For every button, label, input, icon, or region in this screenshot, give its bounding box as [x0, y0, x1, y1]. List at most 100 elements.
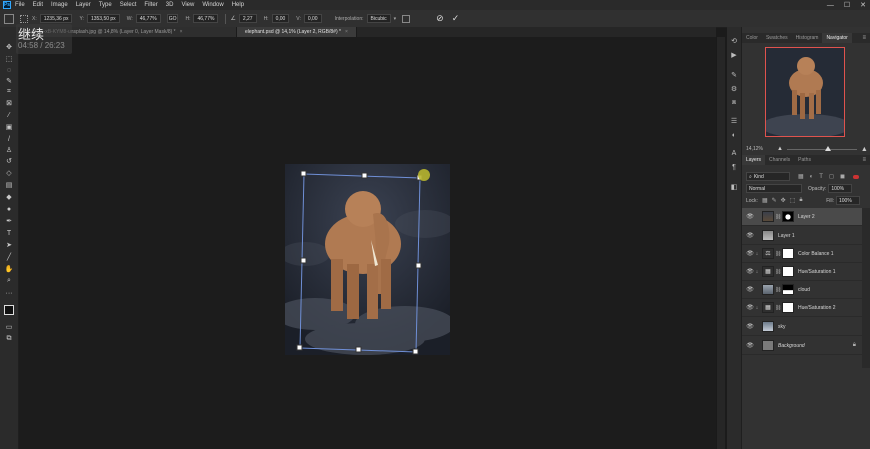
crop-tool-icon[interactable]: ⌗ — [4, 88, 14, 96]
tab-histogram[interactable]: Histogram — [792, 33, 823, 43]
transform-handle[interactable] — [355, 346, 362, 353]
menu-view[interactable]: View — [181, 2, 194, 8]
glyph-panel-icon[interactable]: ◧ — [729, 183, 739, 191]
hskew-field[interactable]: 0,00 — [271, 14, 290, 23]
layer-row[interactable]: 👁︎ ↓ ⚖ ⛓︎ Color Balance 1 — [742, 245, 862, 263]
interpolation-select[interactable]: Bicubic — [366, 14, 391, 23]
free-transform-bounding-box[interactable] — [296, 170, 423, 355]
menu-edit[interactable]: Edit — [33, 2, 43, 8]
link-proportions-button[interactable]: GO — [166, 14, 179, 23]
tab-elephant-document[interactable]: elephant.psd @ 14,1% (Layer 2, RGB/8#) *… — [237, 27, 357, 37]
layer-row[interactable]: 👁︎ ⛓︎ Layer 2 — [742, 208, 862, 226]
layers-scrollbar[interactable] — [862, 208, 870, 368]
foreground-color-swatch[interactable] — [4, 305, 14, 315]
menu-window[interactable]: Window — [202, 2, 223, 8]
panel-menu-icon[interactable]: ≡ — [862, 35, 866, 41]
menu-file[interactable]: File — [15, 2, 25, 8]
type-tool-icon[interactable]: T — [4, 229, 14, 237]
close-icon[interactable]: × — [180, 29, 183, 35]
layer-row[interactable]: 👁︎ ↓ ▦ ⛓︎ Hue/Saturation 2 — [742, 299, 862, 317]
path-select-tool-icon[interactable]: ➤ — [4, 241, 14, 249]
transform-handle[interactable] — [300, 170, 307, 177]
libraries-panel-icon[interactable]: ☰ — [729, 117, 739, 125]
tab-paths[interactable]: Paths — [794, 155, 815, 165]
eye-icon[interactable]: 👁︎ — [746, 304, 754, 311]
frame-tool-icon[interactable]: ⊠ — [4, 99, 14, 107]
reference-point-icon[interactable] — [20, 14, 28, 23]
width-field[interactable]: 46,77% — [135, 14, 161, 23]
opacity-field[interactable]: 100% — [828, 184, 853, 193]
marquee-tool-icon[interactable]: ⬚ — [4, 55, 14, 63]
transform-handle[interactable] — [412, 348, 419, 355]
filter-type-icon[interactable]: T — [819, 174, 823, 180]
transform-handle[interactable] — [300, 257, 307, 264]
eye-icon[interactable]: 👁︎ — [746, 323, 754, 330]
menu-select[interactable]: Select — [120, 2, 137, 8]
dodge-tool-icon[interactable]: ● — [4, 205, 14, 213]
eye-icon[interactable]: 👁︎ — [746, 232, 754, 239]
eye-icon[interactable]: 👁︎ — [746, 268, 754, 275]
zoom-slider[interactable] — [786, 145, 857, 151]
tab-layers[interactable]: Layers — [742, 155, 766, 165]
eye-icon[interactable]: 👁︎ — [746, 342, 754, 349]
warp-icon[interactable] — [402, 14, 411, 23]
zoom-tool-icon[interactable]: ⌕ — [4, 277, 14, 285]
filter-pixel-icon[interactable]: ▦ — [798, 173, 804, 180]
more-tools-icon[interactable]: ··· — [4, 289, 14, 297]
transform-handle[interactable] — [361, 172, 368, 179]
lock-image-icon[interactable]: ✎ — [772, 197, 777, 204]
blend-mode-select[interactable]: Normal — [746, 184, 802, 193]
lasso-tool-icon[interactable]: ◌ — [4, 66, 14, 74]
commit-transform-button[interactable]: ✓ — [452, 13, 460, 24]
menu-layer[interactable]: Layer — [76, 2, 91, 8]
filter-adjust-icon[interactable]: ◐ — [810, 174, 814, 180]
healing-tool-icon[interactable]: ▣ — [4, 123, 14, 131]
transform-handle[interactable] — [415, 262, 422, 269]
zoom-out-icon[interactable]: ▲ — [777, 146, 783, 152]
link-icon[interactable]: ⛓︎ — [775, 214, 781, 220]
line-tool-icon[interactable]: ╱ — [4, 253, 14, 261]
cancel-transform-button[interactable]: ⊘ — [436, 13, 444, 24]
filter-smart-icon[interactable]: ◼ — [840, 173, 845, 180]
clone-stamp-tool-icon[interactable]: ♙ — [4, 146, 14, 154]
eye-icon[interactable]: 👁︎ — [746, 213, 754, 220]
lock-position-icon[interactable]: ✥ — [781, 197, 786, 204]
filter-kind-select[interactable]: ⌕ Kind — [746, 172, 790, 181]
lock-icon[interactable]: 🔒︎ — [853, 342, 856, 349]
eye-icon[interactable]: 👁︎ — [746, 250, 754, 257]
filter-toggle-icon[interactable] — [852, 174, 859, 179]
menu-3d[interactable]: 3D — [166, 2, 174, 8]
menu-image[interactable]: Image — [51, 2, 68, 8]
brush-panel-icon[interactable]: ✎ — [729, 71, 739, 79]
blur-tool-icon[interactable]: ◆ — [4, 193, 14, 201]
tab-color[interactable]: Color — [742, 33, 762, 43]
panel-menu-icon[interactable]: ≡ — [862, 157, 866, 163]
screen-mode-icon[interactable]: ⧉ — [4, 335, 14, 343]
lock-artboard-icon[interactable]: ⬚ — [790, 197, 796, 204]
filter-shape-icon[interactable]: ◻ — [829, 173, 834, 180]
history-brush-tool-icon[interactable]: ↺ — [4, 157, 14, 165]
fill-field[interactable]: 100% — [836, 196, 860, 205]
height-field[interactable]: 46,77% — [193, 14, 219, 23]
quick-mask-icon[interactable]: ▭ — [4, 323, 14, 331]
zoom-slider-thumb[interactable] — [824, 145, 831, 151]
minimize-button[interactable]: — — [827, 2, 834, 9]
adjustments-panel-icon[interactable]: ⚙ — [729, 85, 739, 93]
layer-row[interactable]: 👁︎ ↓ ▦ ⛓︎ Hue/Saturation 1 — [742, 263, 862, 281]
zoom-in-icon[interactable]: ▲ — [861, 146, 868, 153]
eyedropper-tool-icon[interactable]: ⁄ — [4, 111, 14, 119]
tab-navigator[interactable]: Navigator — [822, 33, 852, 43]
3d-panel-icon[interactable]: ⧈ — [729, 99, 739, 107]
link-icon[interactable]: ⛓︎ — [775, 251, 781, 257]
transform-handle[interactable] — [296, 344, 303, 351]
layer-row[interactable]: 👁︎ sky — [742, 318, 862, 336]
layer-row[interactable]: 👁︎ ⛓︎ cloud — [742, 281, 862, 299]
lock-transparent-icon[interactable]: ▦ — [762, 197, 768, 204]
zoom-value[interactable]: 14,12% — [746, 146, 763, 152]
eye-icon[interactable]: 👁︎ — [746, 286, 754, 293]
gradient-tool-icon[interactable]: ▤ — [4, 181, 14, 189]
layer-row[interactable]: 👁︎ Layer 1 — [742, 227, 862, 245]
paragraph-panel-icon[interactable]: ¶ — [729, 163, 739, 171]
brush-tool-icon[interactable]: / — [4, 135, 14, 143]
close-icon[interactable]: × — [345, 29, 348, 35]
